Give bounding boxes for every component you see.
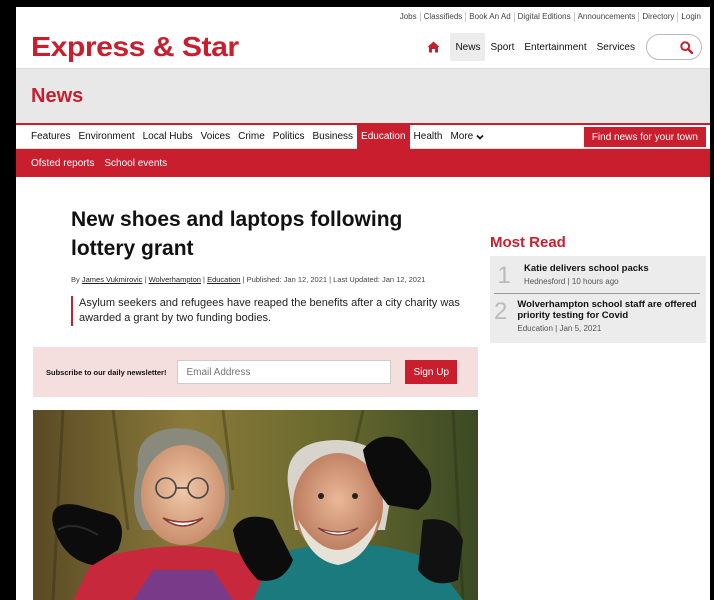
most-read-item[interactable]: 2 Wolverhampton school staff are offered… (494, 293, 700, 339)
window-frame-right (710, 0, 714, 600)
subnav-ofsted-reports[interactable]: Ofsted reports (31, 158, 94, 169)
chevron-down-icon (476, 134, 484, 140)
most-read-sidebar: Most Read 1 Katie delivers school packs … (490, 234, 706, 343)
article-lead: Asylum seekers and refugees have reaped … (71, 296, 471, 326)
category-more[interactable]: More (446, 125, 488, 149)
utility-link-book-an-ad[interactable]: Book An Ad (465, 11, 513, 22)
page: Jobs Classifieds Book An Ad Digital Edit… (16, 7, 710, 600)
nav-news[interactable]: News (450, 33, 486, 61)
sign-up-button[interactable]: Sign Up (405, 360, 458, 384)
published-date: Published: Jan 12, 2021 (246, 275, 328, 284)
category-nav: Features Environment Local Hubs Voices C… (16, 123, 710, 149)
category-local-hubs[interactable]: Local Hubs (139, 125, 197, 149)
window-frame-top (0, 0, 714, 7)
main-nav: News Sport Entertainment Services (424, 33, 702, 61)
updated-date: Last Updated: Jan 12, 2021 (333, 275, 426, 284)
section-title: News (31, 84, 84, 107)
utility-link-login[interactable]: Login (677, 11, 704, 22)
home-icon[interactable] (424, 38, 442, 56)
location-link[interactable]: Wolverhampton (149, 275, 201, 284)
utility-link-directory[interactable]: Directory (638, 11, 677, 22)
category-business[interactable]: Business (308, 125, 357, 149)
window-frame-left (0, 0, 16, 600)
utility-link-classifieds[interactable]: Classifieds (419, 11, 466, 22)
search-icon (680, 40, 693, 54)
site-logo[interactable]: Express & Star (31, 31, 239, 63)
most-read-item[interactable]: 1 Katie delivers school packs Hednesford… (494, 260, 700, 293)
most-read-headline[interactable]: Wolverhampton school staff are offered p… (517, 299, 700, 321)
search-button[interactable] (646, 34, 702, 60)
category-environment[interactable]: Environment (74, 125, 138, 149)
section-header: News (16, 69, 710, 123)
category-education[interactable]: Education (357, 124, 410, 149)
find-news-button[interactable]: Find news for your town (583, 127, 706, 147)
article-headline: New shoes and laptops following lottery … (71, 208, 403, 260)
category-health[interactable]: Health (410, 125, 447, 149)
utility-link-jobs[interactable]: Jobs (397, 12, 420, 22)
subnav-school-events[interactable]: School events (104, 158, 167, 169)
category-voices[interactable]: Voices (197, 125, 234, 149)
most-read-number: 1 (497, 262, 511, 289)
nav-services[interactable]: Services (592, 33, 640, 61)
article: New shoes and laptops following lottery … (33, 205, 478, 326)
sub-nav: Ofsted reports School events (16, 149, 710, 177)
utility-link-digital-editions[interactable]: Digital Editions (513, 11, 574, 22)
most-read-number: 2 (494, 298, 508, 325)
nav-sport[interactable]: Sport (485, 33, 519, 61)
byline-by: By (71, 275, 80, 284)
category-features[interactable]: Features (16, 125, 74, 149)
utility-link-announcements[interactable]: Announcements (573, 11, 639, 22)
category-more-label: More (450, 131, 474, 142)
newsletter-label: Subscribe to our daily newsletter! (46, 367, 167, 377)
most-read-title: Most Read (490, 234, 566, 251)
utility-bar: Jobs Classifieds Book An Ad Digital Edit… (16, 7, 710, 26)
email-field[interactable] (177, 360, 392, 384)
nav-entertainment[interactable]: Entertainment (519, 33, 591, 61)
newsletter-signup: Subscribe to our daily newsletter! Sign … (33, 347, 478, 397)
category-crime[interactable]: Crime (234, 125, 269, 149)
article-photo[interactable] (33, 410, 478, 600)
category-link[interactable]: Education (207, 275, 240, 284)
author-link[interactable]: James Vukmirovic (82, 275, 143, 284)
article-byline: By James Vukmirovic | Wolverhampton | Ed… (71, 275, 426, 284)
most-read-meta: Hednesford | 10 hours ago (524, 277, 619, 286)
masthead: Express & Star News Sport Entertainment … (16, 26, 710, 69)
most-read-headline[interactable]: Katie delivers school packs (524, 263, 649, 274)
category-politics[interactable]: Politics (269, 125, 309, 149)
most-read-list: 1 Katie delivers school packs Hednesford… (490, 256, 706, 343)
most-read-meta: Education | Jan 5, 2021 (517, 324, 602, 333)
